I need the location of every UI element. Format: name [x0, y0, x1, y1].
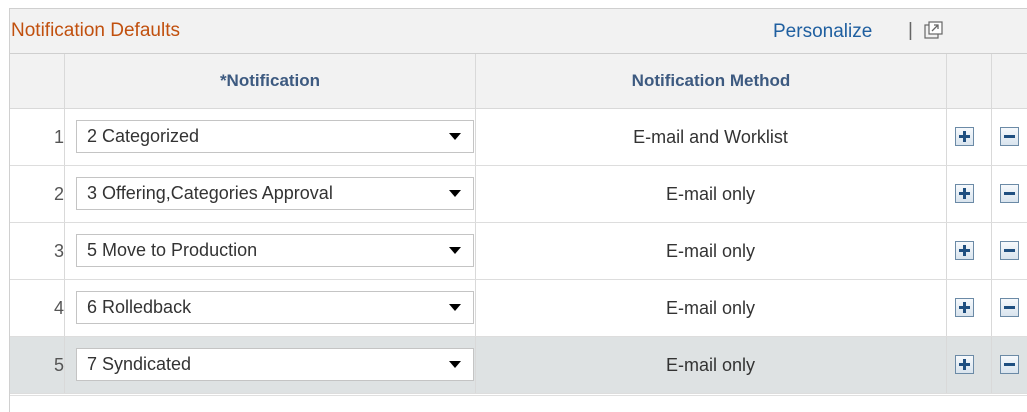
- notification-select[interactable]: 7 Syndicated: [76, 348, 474, 381]
- chevron-down-icon: [449, 247, 461, 254]
- notification-method-value: E-mail only: [665, 355, 756, 375]
- notification-method-value: E-mail only: [665, 298, 756, 318]
- column-divider: [64, 280, 65, 336]
- column-divider: [946, 280, 947, 336]
- table-row: 5 7 Syndicated E-mail only: [10, 337, 1027, 394]
- notification-method-column-header: Notification Method: [631, 71, 791, 90]
- add-row-button[interactable]: [955, 355, 974, 374]
- column-divider: [991, 54, 992, 108]
- minus-icon: [1004, 306, 1015, 309]
- grid-bottom-border: [10, 395, 1027, 396]
- grid-title-bar: Notification Defaults Personalize |: [10, 9, 1027, 54]
- minus-icon: [1004, 135, 1015, 138]
- add-row-button[interactable]: [955, 241, 974, 260]
- column-header-row: *Notification Notification Method: [10, 54, 1027, 109]
- column-divider: [946, 337, 947, 393]
- notification-select[interactable]: 3 Offering,Categories Approval: [76, 177, 474, 210]
- notification-select[interactable]: 2 Categorized: [76, 120, 474, 153]
- chevron-down-icon: [449, 190, 461, 197]
- minus-icon: [1004, 363, 1015, 366]
- plus-icon-vertical: [963, 245, 966, 256]
- add-row-button[interactable]: [955, 184, 974, 203]
- minus-icon: [1004, 249, 1015, 252]
- notification-select-value: 2 Categorized: [87, 126, 200, 146]
- table-row: 3 5 Move to Production E-mail only: [10, 223, 1027, 280]
- notification-defaults-grid: Notification Defaults Personalize | *Not…: [9, 8, 1027, 412]
- personalize-link[interactable]: Personalize: [773, 21, 872, 43]
- notification-select-value: 7 Syndicated: [87, 354, 192, 374]
- notification-select-value: 6 Rolledback: [87, 297, 192, 317]
- chevron-down-icon: [449, 304, 461, 311]
- notification-method-value: E-mail only: [665, 184, 756, 204]
- delete-row-button[interactable]: [1000, 127, 1019, 146]
- row-number: 5: [53, 355, 64, 375]
- column-divider: [991, 223, 992, 279]
- delete-row-button[interactable]: [1000, 241, 1019, 260]
- plus-icon-vertical: [963, 359, 966, 370]
- table-row: 2 3 Offering,Categories Approval E-mail on…: [10, 166, 1027, 223]
- column-divider: [991, 166, 992, 222]
- delete-row-button[interactable]: [1000, 184, 1019, 203]
- notification-select-value: 5 Move to Production: [87, 240, 258, 260]
- plus-icon-vertical: [963, 188, 966, 199]
- minus-icon: [1004, 192, 1015, 195]
- add-row-button[interactable]: [955, 127, 974, 146]
- chevron-down-icon: [449, 133, 461, 140]
- column-divider: [991, 337, 992, 393]
- delete-row-button[interactable]: [1000, 355, 1019, 374]
- notification-column-header: *Notification: [219, 71, 321, 90]
- title-separator: |: [908, 20, 913, 41]
- table-row: 1 2 Categorized E-mail and Worklist: [10, 109, 1027, 166]
- column-divider: [946, 54, 947, 108]
- column-divider: [64, 337, 65, 393]
- column-divider: [64, 223, 65, 279]
- notification-method-value: E-mail and Worklist: [633, 127, 788, 147]
- chevron-down-icon: [449, 361, 461, 368]
- column-divider: [946, 223, 947, 279]
- grid-title: Notification Defaults: [11, 20, 180, 41]
- column-divider: [946, 109, 947, 165]
- notification-select[interactable]: 6 Rolledback: [76, 291, 474, 324]
- notification-select[interactable]: 5 Move to Production: [76, 234, 474, 267]
- delete-row-button[interactable]: [1000, 298, 1019, 317]
- add-row-button[interactable]: [955, 298, 974, 317]
- column-divider: [991, 109, 992, 165]
- plus-icon-vertical: [963, 131, 966, 142]
- column-divider: [64, 109, 65, 165]
- row-number: 1: [53, 127, 64, 147]
- row-number: 3: [53, 241, 64, 261]
- row-number: 4: [53, 298, 64, 318]
- row-number: 2: [53, 184, 64, 204]
- column-divider: [64, 166, 65, 222]
- notification-select-value: 3 Offering,Categories Approval: [87, 183, 333, 203]
- plus-icon-vertical: [963, 302, 966, 313]
- column-divider: [991, 280, 992, 336]
- new-window-icon[interactable]: [924, 21, 943, 40]
- column-divider: [946, 166, 947, 222]
- table-row: 4 6 Rolledback E-mail only: [10, 280, 1027, 337]
- notification-method-value: E-mail only: [665, 241, 756, 261]
